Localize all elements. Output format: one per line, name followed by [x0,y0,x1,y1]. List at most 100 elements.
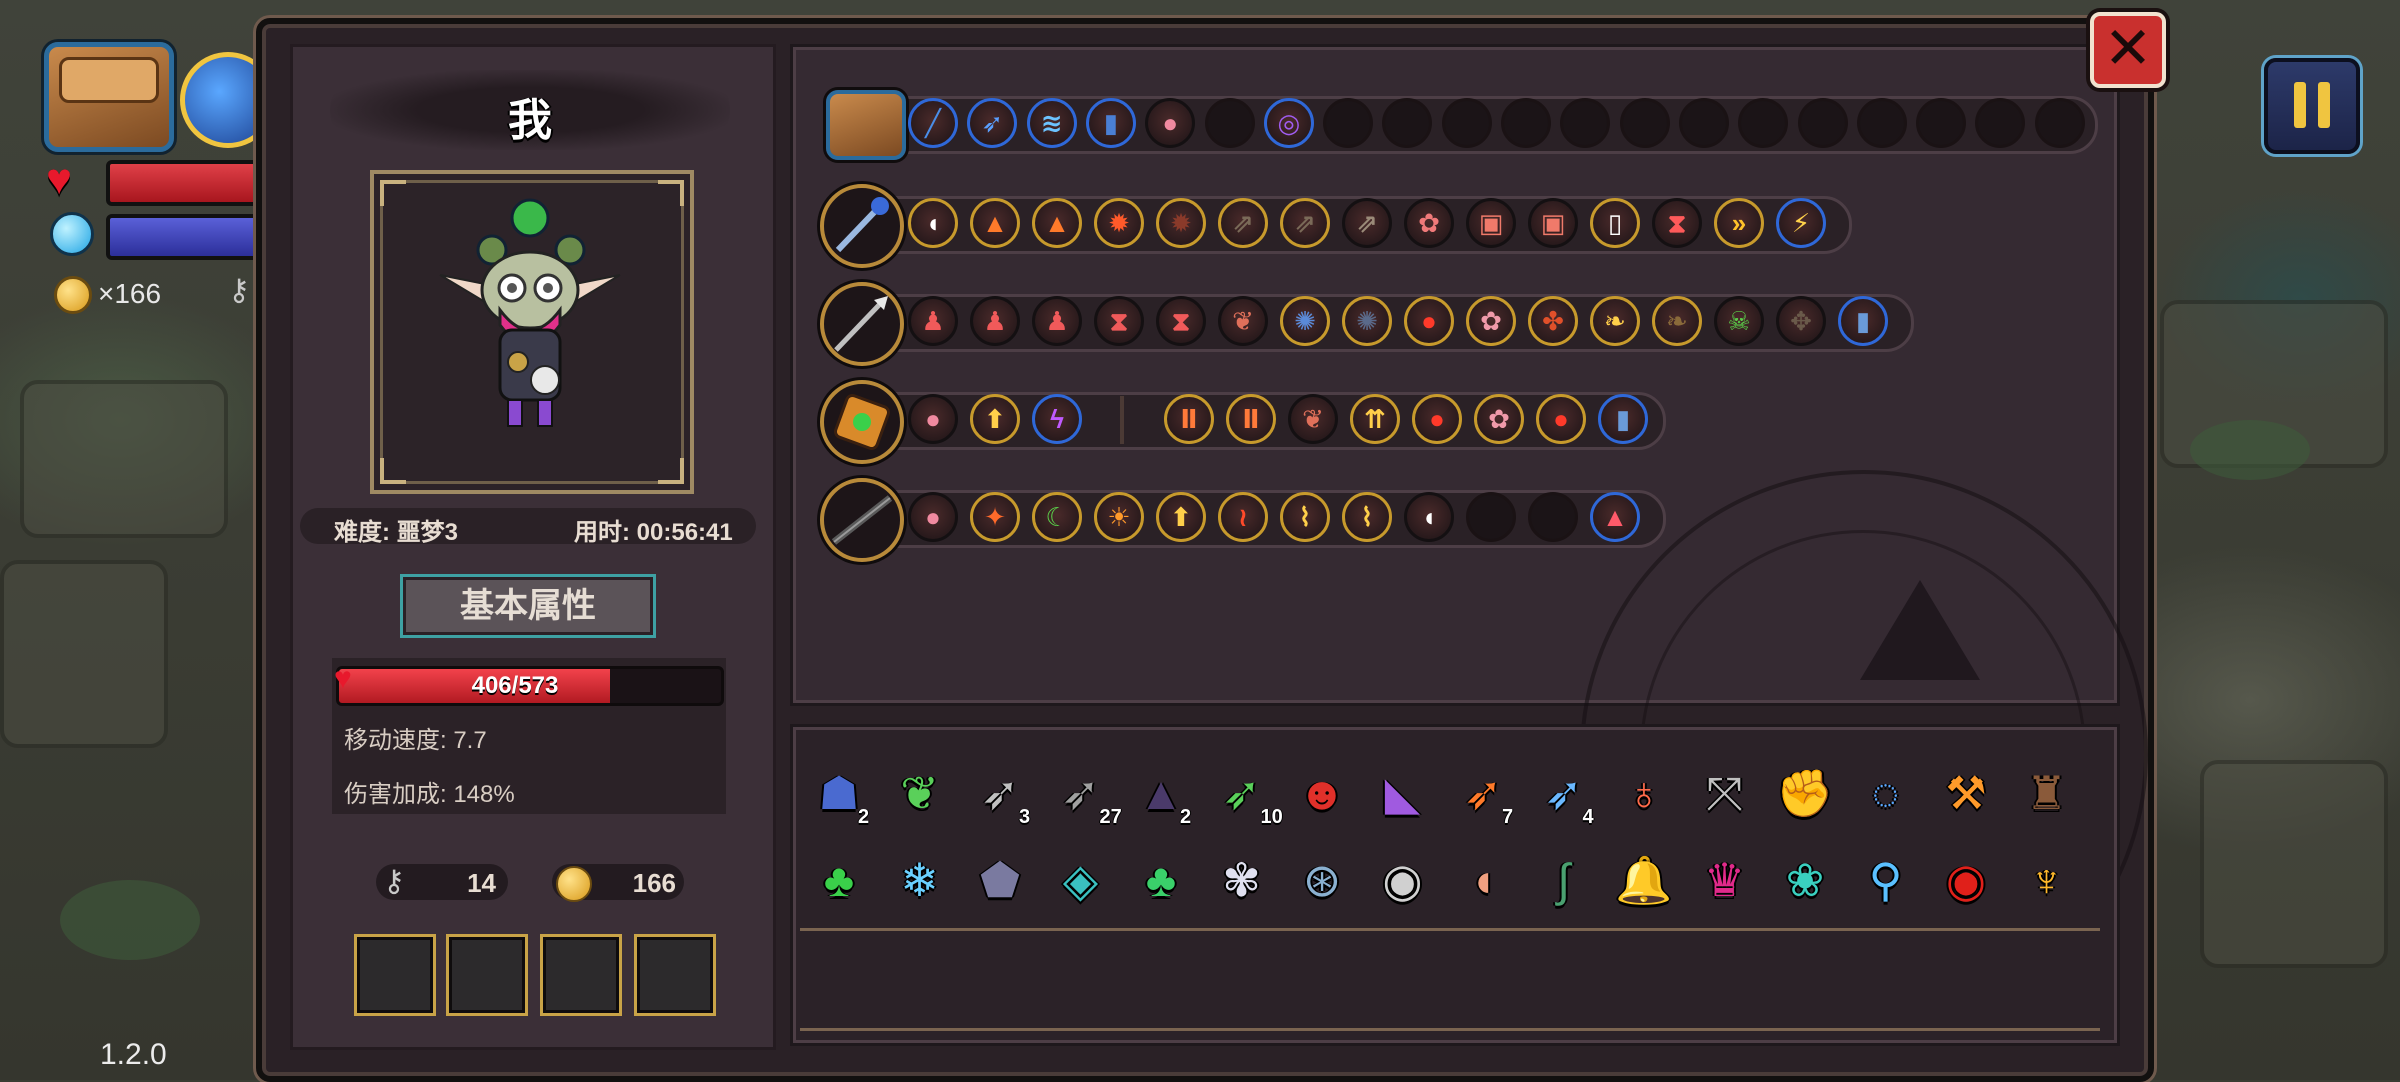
creature-icon[interactable]: ● [908,394,958,444]
stairs-icon[interactable]: ⌇ [1342,492,1392,542]
cherry-icon[interactable]: ● [1536,394,1586,444]
cherry-icon[interactable]: ● [1412,394,1462,444]
stairs-icon[interactable]: ⌇ [1280,492,1330,542]
burst-dark-icon[interactable]: ✹ [1156,198,1206,248]
empty-slot[interactable] [1916,98,1967,148]
figure-icon[interactable]: ♟ [908,296,958,346]
bag-slot-icon[interactable] [826,90,906,160]
dice-item-icon[interactable]: ◈ [1046,845,1116,915]
knot-icon[interactable]: ✥ [1776,296,1826,346]
empty-slot[interactable] [1560,98,1611,148]
spiky-mask-item-icon[interactable]: ♛ [1690,845,1760,915]
empty-slot[interactable] [1678,98,1729,148]
rifle-weapon-icon[interactable] [820,478,904,562]
red-eye-item-icon[interactable]: ◉ [1931,845,2001,915]
demon-mask-item-icon[interactable]: ☻ [1287,758,1357,828]
equipment-slot[interactable] [354,934,436,1016]
lightning-orb-icon[interactable]: ϟ [1032,394,1082,444]
creature-icon[interactable]: ● [908,492,958,542]
empty-slot[interactable] [1204,98,1255,148]
chest-icon[interactable]: ▣ [1466,198,1516,248]
crystal-item-icon[interactable]: ♣ [804,845,874,915]
empty-slot[interactable] [1441,98,1492,148]
goggles-item-icon[interactable]: ◉ [1368,845,1438,915]
empty-slot[interactable] [1501,98,1551,148]
ring-item-icon[interactable]: ◌ [1851,758,1921,828]
tab-basic-attributes[interactable]: 基本属性 [400,574,656,638]
leaf-blade-item-icon[interactable]: ❦ [885,758,955,828]
canister-icon[interactable]: ▮ [1838,296,1888,346]
swirl-icon[interactable]: ✺ [1280,296,1330,346]
amulet-item-icon[interactable]: ♁ [1609,758,1679,828]
chest-icon[interactable]: ▣ [1528,198,1578,248]
meat-icon[interactable]: ❦ [1218,296,1268,346]
equipment-slot[interactable] [540,934,622,1016]
empty-slot[interactable] [1797,98,1848,148]
arrow-up-icon[interactable]: ⬆ [1156,492,1206,542]
card-icon[interactable]: ▯ [1590,198,1640,248]
tooth-icon[interactable]: ▲ [1590,492,1640,542]
leaf-dark-icon[interactable]: ❧ [1652,296,1702,346]
pause-token-icon[interactable]: Ⅱ [1226,394,1276,444]
bean-item-icon[interactable]: ◖ [1448,845,1518,915]
bolt-icon[interactable]: ⚡ [1776,198,1826,248]
fur-cloak-item-icon[interactable]: ♜ [2012,758,2082,828]
staff-weapon-icon[interactable] [820,184,904,268]
boot-item-icon[interactable]: ◣ [1368,758,1438,828]
clover-item-icon[interactable]: ♣ [1126,845,1196,915]
magnifier-item-icon[interactable]: ⚲ [1851,845,1921,915]
feather-blade-icon[interactable]: ➶ [967,98,1018,148]
bunny-icon[interactable]: ✿ [1466,296,1516,346]
empty-slot[interactable] [1619,98,1670,148]
crystal-flower-item-icon[interactable]: ✾ [1207,845,1277,915]
pickaxe-item-icon[interactable]: ⚒ [1931,758,2001,828]
mouse-icon[interactable]: ◖ [1404,492,1454,542]
burst-icon[interactable]: ✹ [1094,198,1144,248]
mouse-icon[interactable]: ◖ [908,198,958,248]
bell-item-icon[interactable]: 🔔 [1609,845,1679,915]
worm-item-icon[interactable]: ∫ [1529,845,1599,915]
empty-slot[interactable] [1738,98,1789,148]
triple-up-icon[interactable]: ▲ [1032,198,1082,248]
bunny-icon[interactable]: ✿ [1474,394,1524,444]
skull-icon[interactable]: ☠ [1714,296,1764,346]
compass-item-icon[interactable]: ⊛ [1287,845,1357,915]
vortex-icon[interactable]: ◎ [1263,98,1314,148]
creature-icon[interactable]: ● [1145,98,1196,148]
hourglass-icon[interactable]: ⧗ [1156,296,1206,346]
arrows-dark-icon[interactable]: ⇗ [1342,198,1392,248]
wave-icon[interactable]: ≋ [1026,98,1077,148]
close-button[interactable]: ✕ [2090,12,2166,88]
crossbow-item-icon[interactable]: ⤧ [1690,758,1760,828]
swirl-dark-icon[interactable]: ✺ [1342,296,1392,346]
gauntlet-item-icon[interactable]: ✊ [1770,758,1840,828]
flame-claw-icon[interactable]: ✦ [970,492,1020,542]
arrows-dark-icon[interactable]: ⇗ [1280,198,1330,248]
crescent-icon[interactable]: ☾ [1032,492,1082,542]
empty-slot[interactable] [1528,492,1578,542]
figure-icon[interactable]: ♟ [1032,296,1082,346]
sun-icon[interactable]: ☀ [1094,492,1144,542]
leaf-icon[interactable]: ❧ [1590,296,1640,346]
meat-icon[interactable]: ❦ [1288,394,1338,444]
triad-icon[interactable]: ✤ [1528,296,1578,346]
inventory-bag-icon[interactable] [44,42,174,152]
spear-weapon-icon[interactable] [820,282,904,366]
pause-token-icon[interactable]: Ⅱ [1164,394,1214,444]
fast-forward-icon[interactable]: » [1714,198,1764,248]
hourglass-icon[interactable]: ⧗ [1652,198,1702,248]
book-weapon-icon[interactable] [820,380,904,464]
canister-icon[interactable]: ▮ [1085,98,1136,148]
hourglass-icon[interactable]: ⧗ [1094,296,1144,346]
equipment-slot[interactable] [634,934,716,1016]
serpent-icon[interactable]: ≀ [1218,492,1268,542]
arrow-up-icon[interactable]: ⬆ [970,394,1020,444]
empty-slot[interactable] [1323,98,1374,148]
arrows-dark-icon[interactable]: ⇗ [1218,198,1268,248]
double-arrow-icon[interactable]: ⇈ [1350,394,1400,444]
pause-button[interactable] [2264,58,2360,154]
empty-slot[interactable] [1466,492,1516,542]
equipment-slot[interactable] [446,934,528,1016]
shell-item-icon[interactable]: ❀ [1770,845,1840,915]
empty-slot[interactable] [2034,98,2085,148]
